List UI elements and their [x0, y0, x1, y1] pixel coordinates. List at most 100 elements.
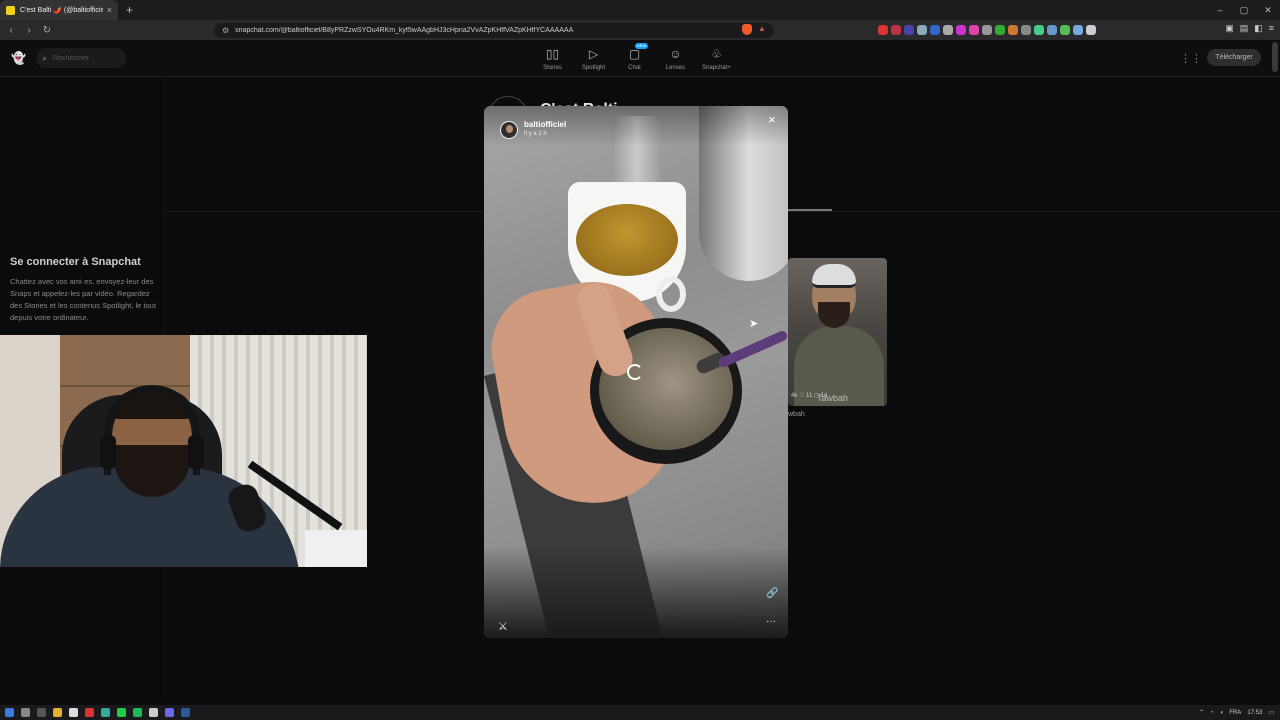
link-icon[interactable]: 🔗 — [766, 588, 778, 599]
thumbnail-beard — [818, 302, 850, 328]
taskbar: ⌃ ◔ ◖ FRA 17:53 ▭ — [0, 705, 1280, 720]
brave-rewards-icon[interactable]: ▲ — [758, 24, 766, 33]
scrollbar[interactable] — [1272, 42, 1278, 72]
tray-clock[interactable]: 17:53 — [1247, 710, 1262, 716]
mouse-cursor-icon: ➤ — [749, 318, 759, 330]
tray-chevron-icon[interactable]: ⌃ — [1199, 709, 1204, 716]
snapchat-ghost-icon[interactable]: 👻 — [11, 51, 26, 65]
loading-spinner-icon — [627, 364, 643, 380]
brave-taskbar-icon[interactable] — [85, 708, 94, 717]
extension-icon[interactable] — [982, 25, 992, 35]
whatsapp-icon[interactable] — [117, 708, 126, 717]
task-view-icon[interactable] — [37, 708, 46, 717]
extension-icon[interactable] — [956, 25, 966, 35]
spotify-icon[interactable] — [133, 708, 142, 717]
back-button[interactable]: ‹ — [4, 25, 18, 36]
close-icon[interactable]: × — [768, 112, 776, 127]
close-tab-icon[interactable]: × — [107, 5, 112, 15]
active-tab-indicator — [788, 209, 832, 211]
lenses-icon: ☺ — [669, 47, 682, 61]
network-icon[interactable]: ◔ — [1210, 710, 1214, 716]
search-taskbar-icon[interactable] — [21, 708, 30, 717]
thumbnail-stats: 4k ♡ 11 ◻ 14 — [791, 393, 828, 399]
extension-icon[interactable] — [1086, 25, 1096, 35]
nav-chat[interactable]: ▢ NEW Chat — [615, 43, 654, 71]
headset-ear — [188, 435, 204, 469]
menu-icon[interactable]: ≡ — [1269, 23, 1274, 34]
download-button[interactable]: Télécharger — [1207, 49, 1261, 66]
steam-icon[interactable] — [181, 708, 190, 717]
extension-icon[interactable] — [995, 25, 1005, 35]
brave-shields-icon[interactable] — [742, 24, 752, 35]
more-options-icon[interactable]: ··· — [766, 616, 776, 627]
story-cup-handle — [656, 276, 686, 312]
nav-stories[interactable]: ▯▯ Stories — [533, 46, 572, 71]
reload-button[interactable]: ↻ — [40, 25, 54, 36]
extension-icon[interactable] — [930, 25, 940, 35]
nav-lenses[interactable]: ☺ Lenses — [656, 46, 695, 71]
story-time: Il y a 2 h — [524, 131, 547, 137]
tab-title: C'est Balti 🌶️ (@baltiofficiel) | Sn — [20, 7, 103, 14]
headset-ear — [100, 435, 116, 469]
maximize-button[interactable]: ▢ — [1232, 0, 1256, 20]
browser-tab[interactable]: C'est Balti 🌶️ (@baltiofficiel) | Sn × — [0, 0, 118, 20]
nav-spotlight[interactable]: ▷ Spotlight — [574, 46, 613, 71]
thumbnail-cap — [812, 264, 856, 288]
nav-label: Spotlight — [581, 65, 606, 71]
url-text[interactable]: snapchat.com/@baltiofficiel/B8yPRZzwSYOu… — [235, 27, 573, 34]
notifications-icon[interactable]: ▭ — [1268, 709, 1274, 716]
sound-icon[interactable]: ⚔ — [498, 620, 508, 633]
search-bar[interactable]: ⌕ — [36, 48, 126, 68]
extension-icon[interactable] — [917, 25, 927, 35]
extension-icon[interactable] — [878, 25, 888, 35]
extension-icon[interactable] — [1008, 25, 1018, 35]
browser-tab-bar: C'est Balti 🌶️ (@baltiofficiel) | Sn × +… — [0, 0, 1280, 20]
snapchat-plus-icon: ♧ — [711, 47, 722, 61]
extension-icon[interactable] — [1073, 25, 1083, 35]
forward-button[interactable]: › — [22, 25, 36, 36]
obs-icon[interactable] — [149, 708, 158, 717]
spotlight-thumbnail[interactable] — [788, 258, 887, 406]
search-input[interactable] — [53, 54, 124, 62]
window-controls: – ▢ ✕ — [1208, 0, 1280, 20]
extension-icon[interactable] — [943, 25, 953, 35]
wallet-icon[interactable]: ▤ — [1240, 23, 1249, 34]
discord-icon[interactable] — [165, 708, 174, 717]
vpn-icon[interactable]: ◧ — [1254, 23, 1263, 34]
login-description: Chattez avec vos ami·es, envoyez-leur de… — [10, 277, 156, 322]
edge-icon[interactable] — [101, 708, 110, 717]
nav-label: Snapchat+ — [702, 65, 731, 71]
extension-icon[interactable] — [891, 25, 901, 35]
tray-language[interactable]: FRA — [1229, 710, 1241, 716]
extension-icon[interactable] — [1021, 25, 1031, 35]
apps-grid-icon[interactable]: ⋮⋮ — [1180, 52, 1202, 65]
headset-icon — [104, 385, 200, 475]
extensions-bar — [878, 25, 1096, 35]
extension-icon[interactable] — [1060, 25, 1070, 35]
spotlight-icon: ▷ — [588, 47, 599, 61]
system-tray: ⌃ ◔ ◖ FRA 17:53 ▭ — [1199, 705, 1274, 720]
snapchat-favicon-icon — [6, 5, 15, 15]
sidebar-icon[interactable]: ▣ — [1225, 23, 1234, 34]
minimize-button[interactable]: – — [1208, 0, 1232, 20]
story-username[interactable]: baltiofficiel — [524, 120, 566, 129]
nav-label: Chat — [628, 65, 641, 71]
start-icon[interactable] — [5, 708, 14, 717]
story-bottom-shade — [484, 546, 788, 638]
file-explorer-icon[interactable] — [53, 708, 62, 717]
url-field[interactable]: ⚙ snapchat.com/@baltiofficiel/B8yPRZzwSY… — [214, 23, 774, 38]
volume-icon[interactable]: ◖ — [1220, 710, 1224, 716]
site-info-icon[interactable]: ⚙ — [222, 26, 229, 35]
nav-snapchat-plus[interactable]: ♧ Snapchat+ — [697, 46, 736, 71]
extension-icon[interactable] — [1034, 25, 1044, 35]
extension-icon[interactable] — [969, 25, 979, 35]
close-window-button[interactable]: ✕ — [1256, 0, 1280, 20]
story-avatar[interactable] — [500, 121, 518, 139]
taskbar-apps — [5, 708, 190, 717]
extension-icon[interactable] — [1047, 25, 1057, 35]
new-tab-button[interactable]: + — [126, 3, 133, 17]
search-icon: ⌕ — [42, 52, 48, 63]
story-viewer[interactable]: baltiofficiel Il y a 2 h × 🔗 ··· ⚔ — [484, 106, 788, 638]
notepad-icon[interactable] — [69, 708, 78, 717]
extension-icon[interactable] — [904, 25, 914, 35]
